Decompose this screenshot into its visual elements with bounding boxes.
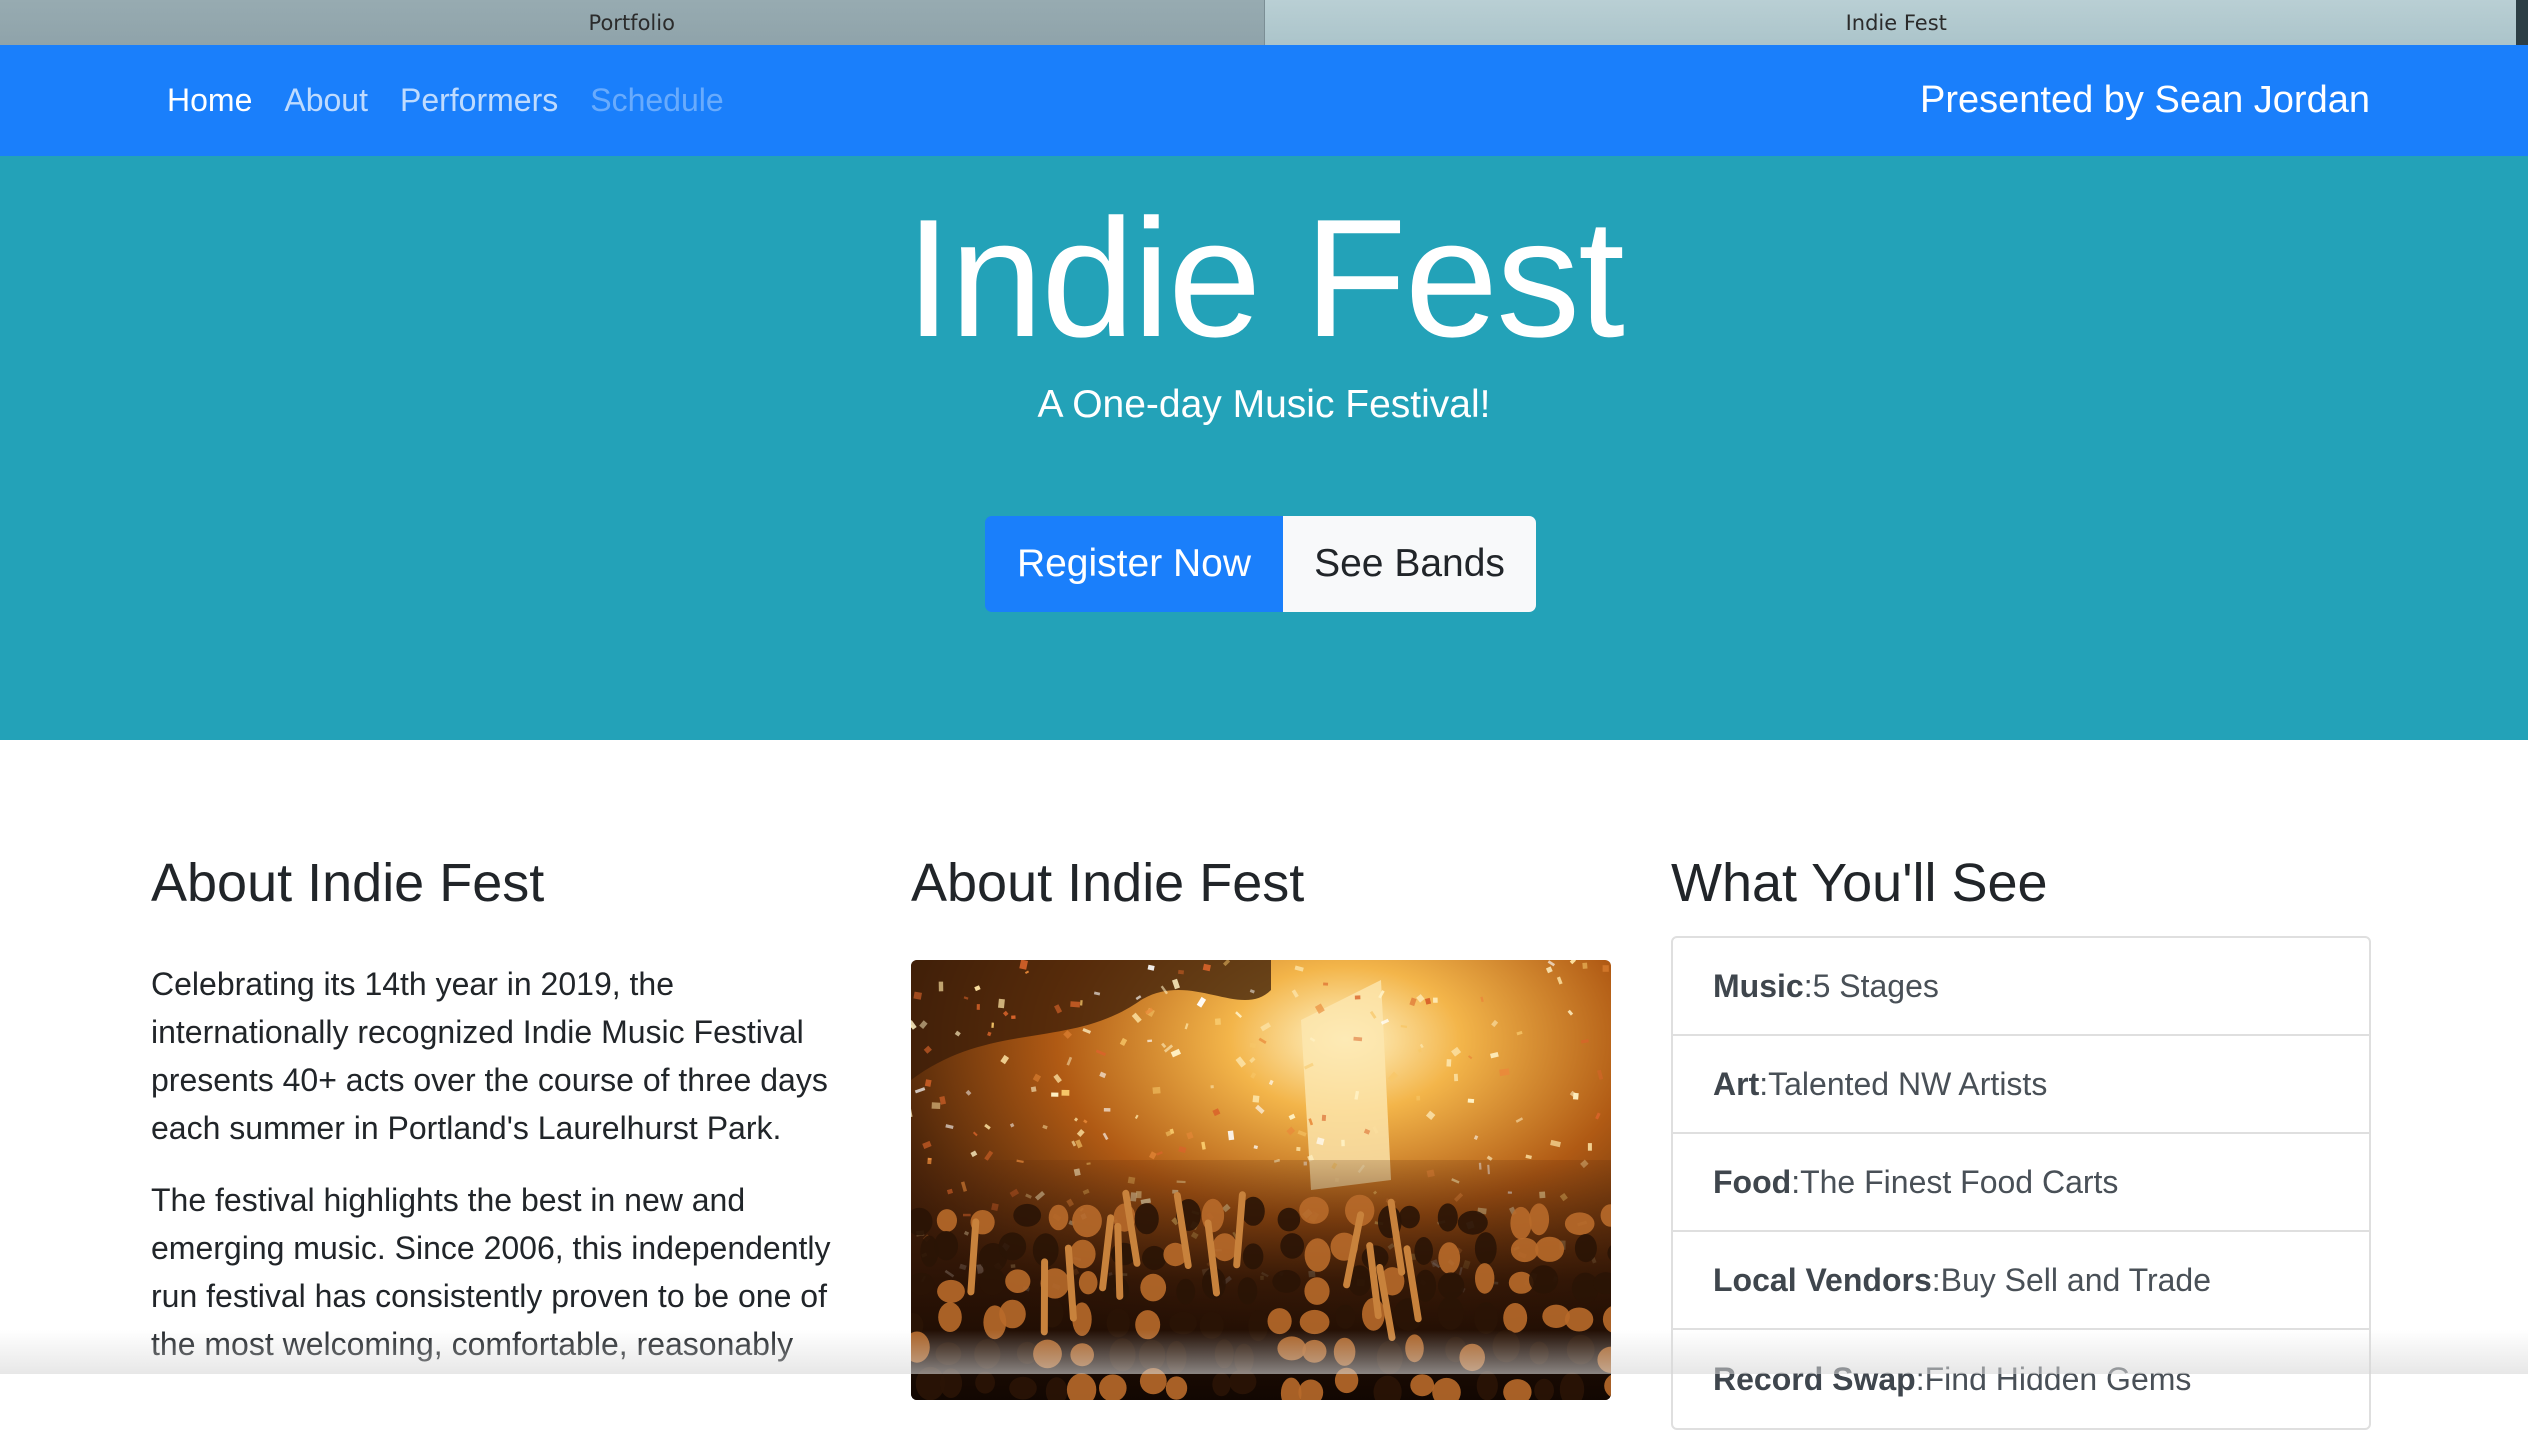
tab-overflow-handle[interactable] (2516, 0, 2528, 45)
features-column: What You'll See Music: 5 Stages Art: Tal… (1671, 850, 2371, 1430)
feature-value: Find Hidden Gems (1925, 1361, 2192, 1398)
register-now-button[interactable]: Register Now (985, 516, 1283, 612)
feature-value: Buy Sell and Trade (1941, 1262, 2211, 1299)
feature-label: Music (1713, 968, 1804, 1005)
feature-label: Record Swap (1713, 1361, 1916, 1398)
hero-jumbotron: Indie Fest A One-day Music Festival! Reg… (0, 156, 2528, 740)
feature-separator: : (1916, 1361, 1925, 1398)
browser-tab-strip: Portfolio Indie Fest (0, 0, 2528, 46)
gallery-heading: About Indie Fest (911, 850, 1611, 916)
tab-label: Portfolio (589, 11, 675, 35)
concert-photo (911, 960, 1611, 1400)
nav-link-home[interactable]: Home (167, 82, 252, 119)
about-paragraph: Celebrating its 14th year in 2019, the i… (151, 960, 851, 1152)
feature-value: Talented NW Artists (1768, 1066, 2047, 1103)
features-list: Music: 5 Stages Art: Talented NW Artists… (1671, 936, 2371, 1430)
nav-link-schedule: Schedule (590, 82, 723, 119)
feature-separator: : (1759, 1066, 1768, 1103)
feature-separator: : (1804, 968, 1813, 1005)
feature-item-art[interactable]: Art: Talented NW Artists (1673, 1036, 2369, 1134)
feature-label: Food (1713, 1164, 1791, 1201)
feature-separator: : (1791, 1164, 1800, 1201)
see-bands-button[interactable]: See Bands (1283, 516, 1536, 612)
gallery-column: About Indie Fest (911, 850, 1611, 1400)
feature-value: The Finest Food Carts (1800, 1164, 2118, 1201)
about-heading: About Indie Fest (151, 850, 851, 916)
feature-item-local-vendors[interactable]: Local Vendors: Buy Sell and Trade (1673, 1232, 2369, 1330)
hero-title: Indie Fest (0, 178, 2528, 378)
concert-crowd-image (911, 960, 1611, 1400)
feature-label: Art (1713, 1066, 1759, 1103)
feature-item-music[interactable]: Music: 5 Stages (1673, 938, 2369, 1036)
features-heading: What You'll See (1671, 850, 2371, 916)
feature-item-record-swap[interactable]: Record Swap : Find Hidden Gems (1673, 1330, 2369, 1428)
hero-subtitle: A One-day Music Festival! (0, 380, 2528, 430)
navbar-brand-text: Presented by Sean Jordan (1920, 45, 2370, 156)
about-column: About Indie Fest Celebrating its 14th ye… (151, 850, 851, 1368)
browser-tab-indie-fest[interactable]: Indie Fest (1265, 0, 2528, 45)
hero-button-group: Register Now See Bands (985, 516, 1536, 612)
about-paragraph: The festival highlights the best in new … (151, 1176, 851, 1368)
tab-label: Indie Fest (1846, 11, 1947, 35)
nav-link-performers[interactable]: Performers (400, 82, 558, 119)
top-navbar: Home About Performers Schedule Presented… (0, 45, 2528, 156)
nav-links: Home About Performers Schedule (167, 45, 756, 156)
feature-separator: : (1932, 1262, 1941, 1299)
feature-value: 5 Stages (1813, 968, 1939, 1005)
nav-link-about[interactable]: About (284, 82, 368, 119)
feature-label: Local Vendors (1713, 1262, 1932, 1299)
browser-tab-portfolio[interactable]: Portfolio (0, 0, 1265, 45)
feature-item-food[interactable]: Food: The Finest Food Carts (1673, 1134, 2369, 1232)
